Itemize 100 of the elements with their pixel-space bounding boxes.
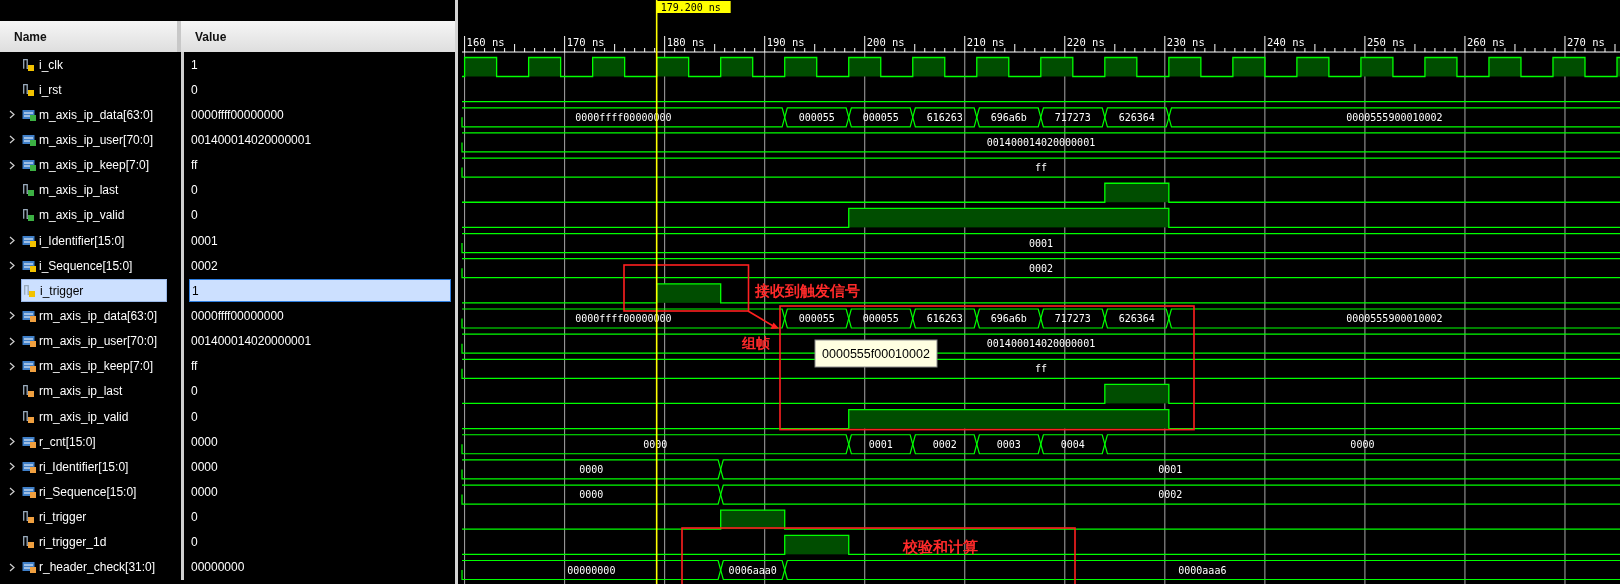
bus-value-label: 0000aaa6 [1178,564,1227,576]
signal-name-item[interactable]: i_trigger [21,279,167,303]
bus-value-label: 001400014020000001 [986,338,1096,350]
expand-chevron-icon[interactable] [9,311,15,321]
bus-value-label: 0002 [1158,489,1183,501]
signal-value: 0000ffff00000000 [190,106,285,124]
signal-name-item[interactable]: ri_Identifier[15:0] [21,455,167,479]
bit-signal-icon [23,385,30,396]
time-tick-label: 240 ns [1266,36,1305,48]
signal-value: ff [190,358,199,376]
signal-value: 001400014020000001 [190,132,313,149]
bus-value-label: 0002 [932,438,957,450]
bit-signal-icon [23,410,30,421]
bit-signal-icon [23,536,30,547]
bus-value-label: 00000000 [567,564,616,576]
name-column-header[interactable]: Name [0,21,181,52]
signal-name-item[interactable]: i_clk [21,53,167,77]
bus-value-label: 0000 [1350,438,1375,450]
bus-value-label: ff [1035,162,1047,174]
signal-value: 0 [190,182,199,200]
bus-value-label: 626364 [1118,313,1155,324]
bus-value-label: 0004 [1060,438,1085,450]
signal-value: 001400014020000001 [190,333,313,351]
bus-value-label: 696a6b [990,111,1027,123]
bus-value-label: 616263 [926,313,963,324]
signal-name-item[interactable]: i_Sequence[15:0] [21,254,167,278]
expand-chevron-icon[interactable] [9,562,15,572]
signal-value: 0 [190,534,199,552]
bus-value-label: 000055 [862,111,899,123]
bus-value-label: 0000555900010002 [1346,111,1443,123]
time-tick-label: 270 ns [1567,36,1605,48]
bus-value-label: 001400014020000001 [986,136,1096,148]
signal-name-item[interactable]: rm_axis_ip_last [21,379,167,403]
signal-name-item[interactable]: ri_Sequence[15:0] [21,480,167,504]
bus-value-label: 000055 [798,313,835,324]
signal-value: 0002 [190,257,219,275]
bit-signal-icon [23,58,30,69]
bus-value-label: 717273 [1054,313,1091,324]
time-tick-label: 160 ns [466,36,505,48]
bus-value-label: 0002 [1028,262,1054,274]
signal-name-item[interactable]: rm_axis_ip_keep[7:0] [21,354,167,378]
expand-chevron-icon[interactable] [9,110,15,120]
bus-value-label: 000055 [862,313,899,324]
value-column-header[interactable]: Value [181,21,227,52]
signal-name-item[interactable]: r_header_check[31:0] [21,555,167,579]
signal-name-item[interactable]: m_axis_ip_last [21,178,167,202]
signal-value: 0 [190,207,199,225]
bus-value-label: 0001 [1028,237,1054,249]
signal-name-item[interactable]: ri_trigger [21,505,167,529]
signal-name-item[interactable]: m_axis_ip_data[63:0] [21,103,167,127]
signal-value: 0000 [190,433,219,451]
expand-chevron-icon[interactable] [9,336,15,346]
bus-value-label: 616263 [926,111,963,123]
expand-chevron-icon[interactable] [9,437,15,447]
signal-value: 00000000 [190,559,246,577]
time-tick-label: 180 ns [666,36,705,48]
signal-value: 0 [190,383,199,401]
signal-value: 0 [190,81,199,99]
bus-value-label: 696a6b [990,313,1027,324]
bit-signal-icon [23,209,30,220]
cursor-time-label: 179.200 ns [656,1,731,13]
signal-name-item[interactable]: rm_axis_ip_valid [21,405,167,429]
bus-value-label: 0000555900010002 [1346,313,1443,324]
expand-chevron-icon[interactable] [9,160,15,170]
bit-signal-icon [23,511,30,522]
signal-name-item[interactable]: rm_axis_ip_user[70:0] [21,329,167,353]
bus-value-label: 0000 [579,489,604,501]
time-tick-label: 250 ns [1366,36,1405,48]
bit-signal-icon [23,184,30,195]
signal-name-item[interactable]: ri_trigger_1d [21,530,167,554]
expand-chevron-icon[interactable] [9,361,15,371]
bus-value-label: 717273 [1054,111,1091,123]
signal-name-item[interactable]: i_rst [21,78,167,102]
signal-name-item[interactable]: m_axis_ip_keep[7:0] [21,153,167,177]
expand-chevron-icon[interactable] [9,462,15,472]
signal-name-item[interactable]: r_cnt[15:0] [21,430,167,454]
signal-value: 1 [190,56,199,74]
bit-signal-icon [23,83,30,94]
expand-chevron-icon[interactable] [9,487,15,497]
signal-name-item[interactable]: rm_axis_ip_data[63:0] [21,304,167,328]
signal-value: 0000 [190,483,219,501]
signal-name-item[interactable]: m_axis_ip_user[70:0] [21,128,167,152]
time-tick-label: 210 ns [966,36,1005,48]
bus-value-label: 0000 [579,463,604,475]
signal-value: 0000ffff00000000 [190,307,285,325]
annotation-arrow [747,310,779,329]
annotation-label: 组帧 [742,335,770,351]
bit-signal-icon [24,284,31,295]
expand-chevron-icon[interactable] [9,135,15,145]
signal-value: 1 [189,279,451,303]
time-tick-label: 190 ns [766,36,805,48]
expand-chevron-icon[interactable] [9,261,15,271]
signal-name-item[interactable]: i_Identifier[15:0] [21,229,167,253]
expand-chevron-icon[interactable] [9,236,15,245]
signal-value: 0 [190,408,199,426]
signal-name-item[interactable]: m_axis_ip_valid [21,203,167,227]
signal-value: ff [190,157,199,175]
bus-value-label: 626364 [1118,111,1155,123]
value-tooltip: 0000555f00010002 [814,339,938,368]
bus-value-label: 000055 [798,111,835,123]
